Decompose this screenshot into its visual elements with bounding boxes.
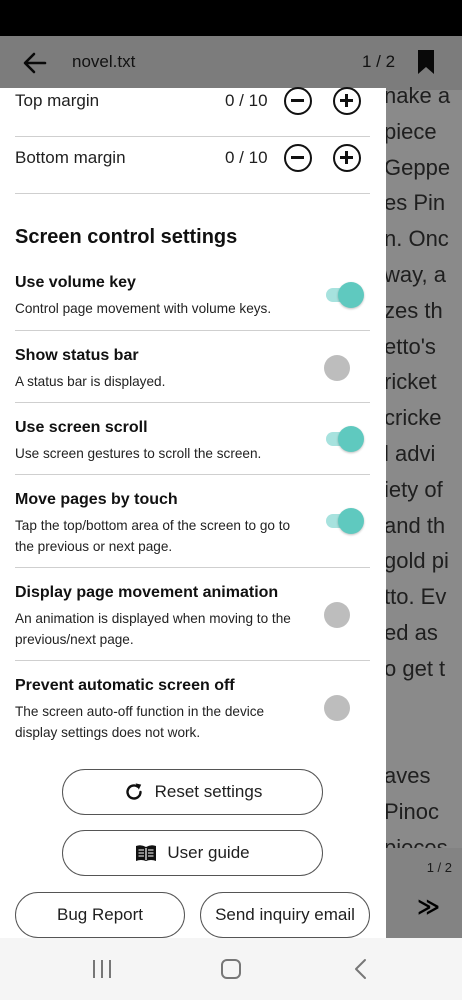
section-title: Screen control settings bbox=[15, 226, 238, 248]
recents-bar bbox=[109, 960, 111, 978]
send-inquiry-email-label: Send inquiry email bbox=[215, 905, 355, 924]
top-margin-row: Top margin 0 / 10 bbox=[15, 80, 370, 137]
setting-title: Use volume key bbox=[15, 274, 136, 291]
setting-description: Control page movement with volume keys. bbox=[15, 301, 272, 316]
refresh-icon bbox=[125, 783, 142, 800]
bottom-margin-label: Bottom margin bbox=[15, 148, 126, 167]
settings-panel: Top margin 0 / 10 Bottom margin 0 / 10 S… bbox=[0, 87, 386, 938]
setting-status-bar[interactable]: Show status bar A status bar is displaye… bbox=[15, 331, 370, 403]
status-bar-toggle[interactable] bbox=[324, 354, 366, 382]
toggle-knob bbox=[338, 508, 364, 534]
bottom-margin-row: Bottom margin 0 / 10 bbox=[15, 137, 370, 194]
plus-vertical-stroke bbox=[345, 151, 348, 164]
bottom-margin-value: 0 / 10 bbox=[225, 148, 268, 167]
screen-scroll-toggle[interactable] bbox=[324, 425, 366, 453]
toggle-knob bbox=[324, 355, 350, 381]
plus-vertical-stroke bbox=[345, 94, 348, 107]
setting-title: Use screen scroll bbox=[15, 419, 148, 436]
minus-circle-icon bbox=[291, 99, 304, 102]
home-icon[interactable] bbox=[221, 959, 241, 979]
setting-description: Use screen gestures to scroll the screen… bbox=[15, 446, 262, 461]
recents-bar bbox=[101, 960, 103, 978]
top-margin-increase-button[interactable] bbox=[333, 87, 361, 115]
user-guide-label: User guide bbox=[167, 843, 250, 862]
setting-screen-scroll[interactable]: Use screen scroll Use screen gestures to… bbox=[15, 403, 370, 475]
back-chevron-icon[interactable] bbox=[352, 958, 368, 980]
setting-title: Move pages by touch bbox=[15, 491, 178, 508]
setting-volume-key[interactable]: Use volume key Control page movement wit… bbox=[15, 268, 370, 331]
volume-key-toggle[interactable] bbox=[324, 281, 366, 309]
toggle-knob bbox=[338, 282, 364, 308]
setting-pages-by-touch[interactable]: Move pages by touch Tap the top/bottom a… bbox=[15, 475, 370, 568]
pages-by-touch-toggle[interactable] bbox=[324, 507, 366, 535]
toggle-knob bbox=[338, 426, 364, 452]
page-animation-toggle[interactable] bbox=[324, 601, 366, 629]
setting-title: Show status bar bbox=[15, 347, 139, 364]
recents-bar bbox=[93, 960, 95, 978]
top-margin-value: 0 / 10 bbox=[225, 91, 268, 110]
reset-settings-label: Reset settings bbox=[154, 782, 263, 801]
reset-settings-button[interactable]: Reset settings bbox=[62, 769, 323, 815]
bottom-margin-decrease-button[interactable] bbox=[284, 144, 312, 172]
bug-report-label: Bug Report bbox=[57, 905, 143, 924]
toggle-knob bbox=[324, 695, 350, 721]
top-margin-decrease-button[interactable] bbox=[284, 87, 312, 115]
system-navigation-bar bbox=[0, 938, 462, 1000]
setting-description: An animation is displayed when moving to… bbox=[15, 611, 291, 647]
setting-title: Display page movement animation bbox=[15, 584, 279, 601]
recents-icon[interactable] bbox=[93, 960, 113, 978]
setting-description: Tap the top/bottom area of the screen to… bbox=[15, 518, 291, 554]
system-status-bar bbox=[0, 0, 462, 36]
prevent-screen-off-toggle[interactable] bbox=[324, 694, 366, 722]
bottom-margin-increase-button[interactable] bbox=[333, 144, 361, 172]
setting-title: Prevent automatic screen off bbox=[15, 677, 235, 694]
setting-page-animation[interactable]: Display page movement animation An anima… bbox=[15, 568, 370, 661]
minus-circle-icon bbox=[291, 156, 304, 159]
setting-prevent-screen-off[interactable]: Prevent automatic screen off The screen … bbox=[15, 661, 370, 751]
toggle-knob bbox=[324, 602, 350, 628]
bug-report-button[interactable]: Bug Report bbox=[15, 892, 185, 938]
setting-description: The screen auto-off function in the devi… bbox=[15, 704, 265, 740]
send-inquiry-email-button[interactable]: Send inquiry email bbox=[200, 892, 370, 938]
setting-description: A status bar is displayed. bbox=[15, 374, 166, 389]
book-icon bbox=[136, 845, 157, 861]
top-margin-label: Top margin bbox=[15, 91, 100, 110]
user-guide-button[interactable]: User guide bbox=[62, 830, 323, 876]
